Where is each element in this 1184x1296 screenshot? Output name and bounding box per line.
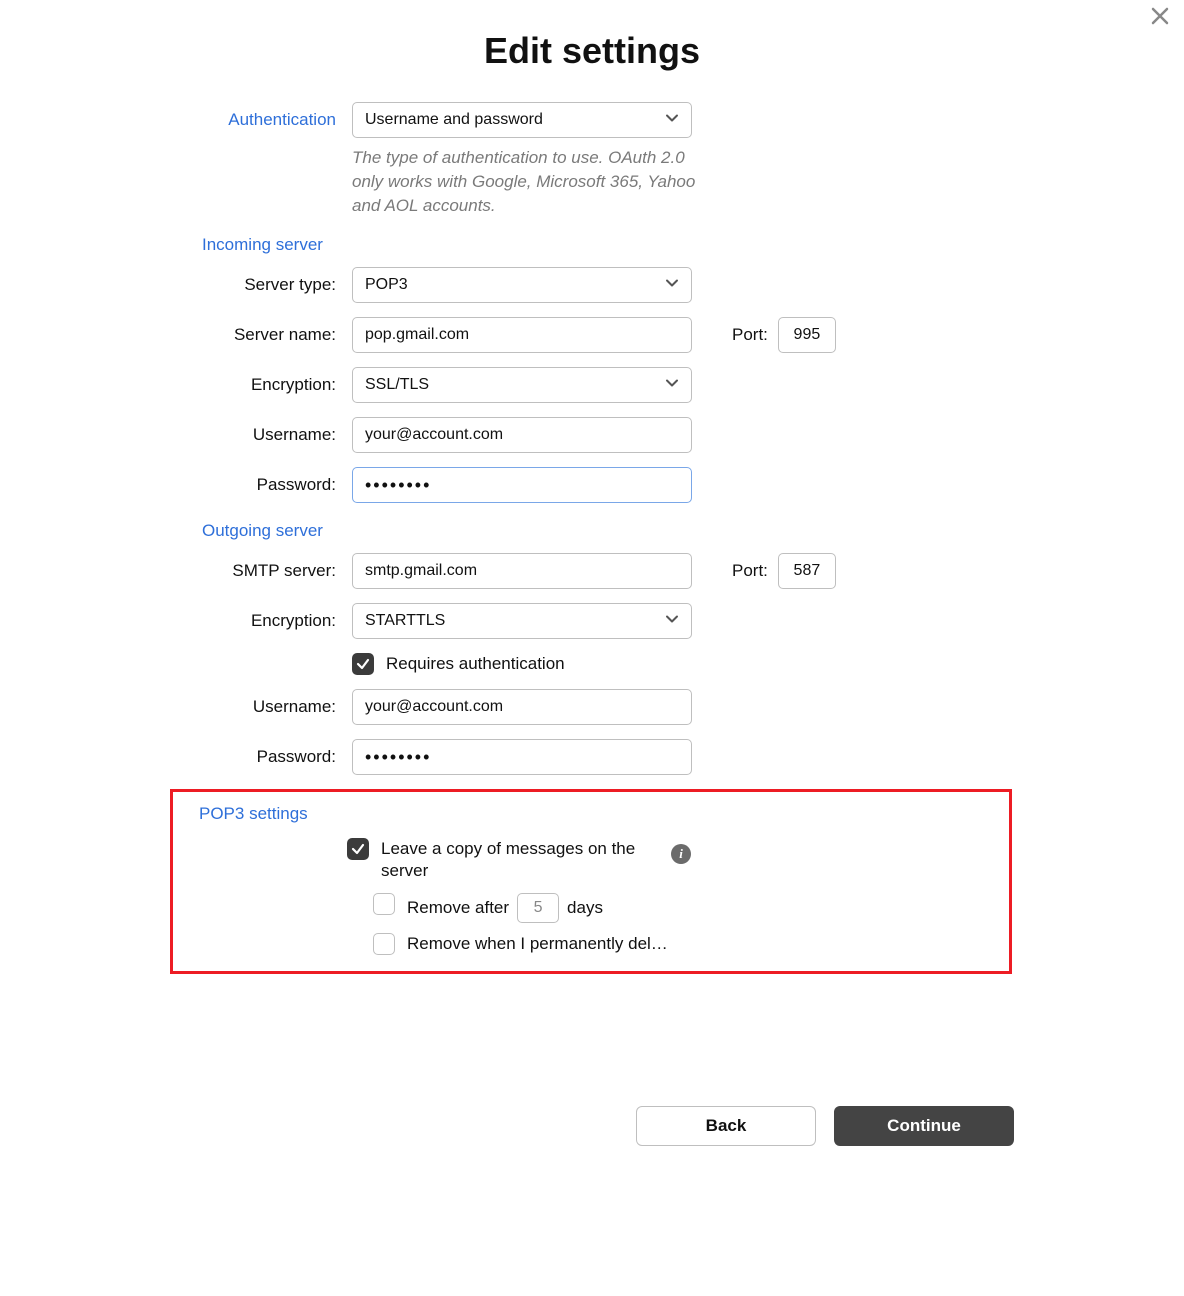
incoming-server-section: Incoming server <box>172 235 1012 255</box>
outgoing-encryption-label: Encryption: <box>172 611 352 631</box>
check-icon <box>351 842 365 856</box>
remove-after-prefix: Remove after <box>407 898 509 918</box>
requires-auth-label: Requires authentication <box>386 654 565 674</box>
incoming-username-label: Username: <box>172 425 352 445</box>
outgoing-password-input[interactable] <box>352 739 692 775</box>
outgoing-username-label: Username: <box>172 697 352 717</box>
requires-auth-checkbox[interactable] <box>352 653 374 675</box>
pop3-settings-highlight: POP3 settings Leave a copy of messages o… <box>170 789 1012 973</box>
outgoing-port-input[interactable] <box>778 553 836 589</box>
authentication-helper-text: The type of authentication to use. OAuth… <box>352 146 702 217</box>
remove-after-checkbox[interactable] <box>373 893 395 915</box>
remove-permanent-checkbox[interactable] <box>373 933 395 955</box>
incoming-encryption-select[interactable] <box>352 367 692 403</box>
smtp-server-label: SMTP server: <box>172 561 352 581</box>
check-icon <box>356 657 370 671</box>
incoming-username-input[interactable] <box>352 417 692 453</box>
server-type-label: Server type: <box>172 275 352 295</box>
leave-copy-checkbox[interactable] <box>347 838 369 860</box>
outgoing-encryption-select[interactable] <box>352 603 692 639</box>
continue-button[interactable]: Continue <box>834 1106 1014 1146</box>
close-icon[interactable] <box>1150 6 1170 26</box>
server-name-input[interactable] <box>352 317 692 353</box>
server-name-label: Server name: <box>172 325 352 345</box>
incoming-password-input[interactable] <box>352 467 692 503</box>
incoming-port-input[interactable] <box>778 317 836 353</box>
authentication-label: Authentication <box>172 110 352 130</box>
remove-permanent-label: Remove when I permanently del… <box>407 933 668 955</box>
page-title: Edit settings <box>172 30 1012 72</box>
incoming-password-label: Password: <box>172 475 352 495</box>
incoming-encryption-label: Encryption: <box>172 375 352 395</box>
authentication-select[interactable] <box>352 102 692 138</box>
back-button[interactable]: Back <box>636 1106 816 1146</box>
outgoing-port-label: Port: <box>732 561 768 581</box>
remove-after-suffix: days <box>567 898 603 918</box>
server-type-select[interactable] <box>352 267 692 303</box>
incoming-port-label: Port: <box>732 325 768 345</box>
outgoing-server-section: Outgoing server <box>172 521 1012 541</box>
pop3-settings-section: POP3 settings <box>187 804 995 824</box>
outgoing-username-input[interactable] <box>352 689 692 725</box>
outgoing-password-label: Password: <box>172 747 352 767</box>
remove-after-days-input[interactable] <box>517 893 559 923</box>
smtp-server-input[interactable] <box>352 553 692 589</box>
info-icon[interactable]: i <box>671 844 691 864</box>
leave-copy-label: Leave a copy of messages on the server <box>381 838 641 882</box>
